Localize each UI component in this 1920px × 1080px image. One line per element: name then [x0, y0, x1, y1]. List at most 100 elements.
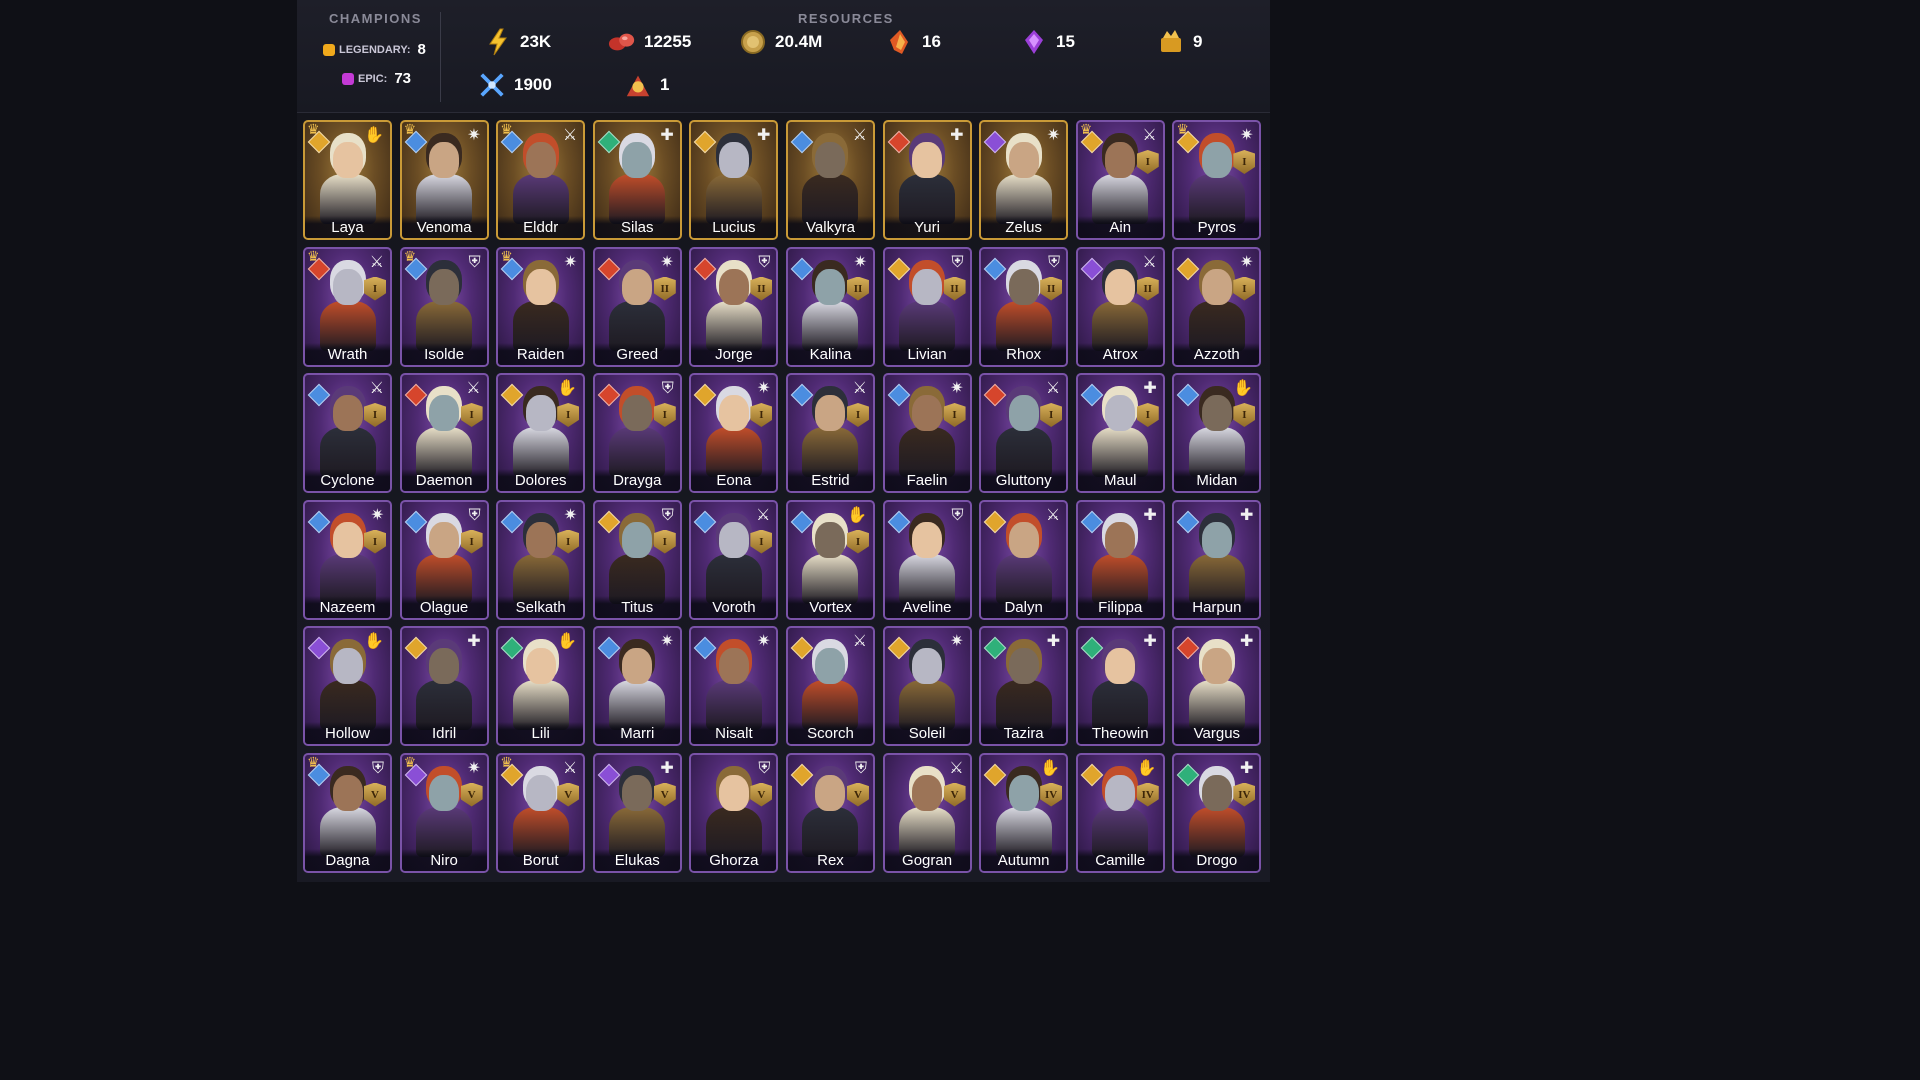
champion-card[interactable]: ♛ ⚔ V Borut	[496, 752, 586, 873]
champion-card[interactable]: ✋ IV Camille	[1075, 752, 1165, 873]
champion-card[interactable]: ♛ ✷ V Niro	[399, 752, 489, 873]
resource-value: 9	[1193, 32, 1203, 51]
champion-card[interactable]: ⛨ II Rhox	[979, 246, 1069, 367]
champion-card[interactable]: ✷ II Kalina	[785, 246, 875, 367]
champion-card[interactable]: ⚔ I Voroth	[689, 499, 779, 620]
champion-card[interactable]: ⚔ I Cyclone	[303, 373, 392, 493]
champion-card[interactable]: ✚ Yuri	[882, 120, 972, 240]
hp-role-icon: ✚	[660, 127, 674, 144]
champion-name: Kalina	[787, 342, 873, 365]
champion-card[interactable]: ✋ I Midan	[1172, 373, 1262, 493]
champion-card[interactable]: ⚔ Scorch	[785, 626, 875, 746]
champion-portrait	[1089, 644, 1151, 730]
champion-card[interactable]: ✚ Idril	[399, 626, 489, 746]
champion-card[interactable]: ✷ Soleil	[882, 626, 972, 746]
champion-card[interactable]: ✋ Lili	[496, 626, 586, 746]
champion-portrait	[993, 265, 1055, 351]
champion-card[interactable]: ⛨ II Livian	[882, 246, 972, 367]
champion-card[interactable]: ⛨ I Olague	[399, 499, 489, 620]
support-role-icon: ✋	[1136, 759, 1157, 777]
champion-card[interactable]: ⛨ V Rex	[785, 752, 875, 873]
hp-role-icon: ✚	[1143, 633, 1157, 650]
champion-card[interactable]: ⚔ V Gogran	[882, 752, 972, 873]
champion-card[interactable]: ✚ Tazira	[979, 626, 1069, 746]
champion-portrait	[799, 644, 861, 730]
champion-card[interactable]: ✷ I Selkath	[496, 499, 586, 620]
resource-value: 12255	[644, 32, 692, 51]
defense-role-icon: ⛨	[758, 759, 771, 777]
champion-name: Lucius	[691, 216, 777, 238]
champion-name: Soleil	[884, 722, 970, 744]
champion-card[interactable]: ✷ I Nazeem	[303, 499, 392, 620]
champion-card[interactable]: ⚔ Valkyra	[785, 120, 875, 240]
champion-card[interactable]: ✋ Hollow	[303, 626, 392, 746]
champion-card[interactable]: ✷ II Greed	[592, 246, 682, 367]
resource-crystal[interactable]: 15	[1020, 28, 1075, 56]
champion-card[interactable]: ✷ Zelus	[979, 120, 1069, 240]
champion-card[interactable]: ✋ IV Autumn	[979, 752, 1069, 873]
champion-portrait	[1186, 391, 1248, 477]
resource-gems[interactable]: 12255	[608, 28, 691, 56]
champion-card[interactable]: ✚ I Maul	[1075, 373, 1165, 493]
champion-card[interactable]: ✷ I Faelin	[882, 373, 972, 493]
champion-portrait	[1186, 265, 1248, 351]
champion-card[interactable]: ♛ ⛨ V Dagna	[303, 752, 392, 873]
champions-section-title: CHAMPIONS	[329, 11, 422, 26]
champion-card[interactable]: ⚔ I Estrid	[785, 373, 875, 493]
champion-card[interactable]: ✚ Vargus	[1172, 626, 1262, 746]
champion-card[interactable]: ✷ Marri	[592, 626, 682, 746]
champion-card[interactable]: ⛨ I Drayga	[592, 373, 682, 493]
resource-silver[interactable]: 20.4M	[739, 28, 822, 56]
champion-card[interactable]: ⚔ II Atrox	[1075, 246, 1165, 367]
champion-card[interactable]: ⚔ I Daemon	[399, 373, 489, 493]
champion-card[interactable]: ⛨ Aveline	[882, 499, 972, 620]
champion-card[interactable]: ✚ Lucius	[689, 120, 779, 240]
champion-card[interactable]: ✚ V Elukas	[592, 752, 682, 873]
champion-card[interactable]: ♛ ⚔ I Wrath	[303, 246, 392, 367]
champion-card[interactable]: ♛ ⛨ Isolde	[399, 246, 489, 367]
champion-portrait	[1089, 771, 1151, 857]
champion-card[interactable]: ✷ I Eona	[689, 373, 779, 493]
champion-card[interactable]: ♛ ⚔ I Ain	[1075, 120, 1165, 240]
resource-fire-shard[interactable]: 16	[886, 28, 941, 56]
champion-portrait	[413, 644, 475, 730]
champion-card[interactable]: ⚔ Dalyn	[979, 499, 1069, 620]
resource-summon[interactable]: 1	[624, 71, 669, 99]
champion-card[interactable]: ✋ I Vortex	[785, 499, 875, 620]
champion-portrait	[317, 644, 379, 730]
champion-card[interactable]: ♛ ✷ Raiden	[496, 246, 586, 367]
magic-role-icon: ✷	[950, 380, 964, 397]
champion-card[interactable]: ✚ IV Drogo	[1172, 752, 1262, 873]
hp-role-icon: ✚	[467, 633, 481, 650]
champion-portrait	[993, 644, 1055, 730]
defense-role-icon: ⛨	[661, 506, 674, 524]
magic-role-icon: ✷	[1046, 127, 1061, 144]
champion-portrait	[413, 138, 475, 224]
champion-card[interactable]: ✷ I Azzoth	[1172, 246, 1262, 367]
champion-card[interactable]: ✋ I Dolores	[496, 373, 586, 493]
resource-energy[interactable]: 23K	[484, 28, 551, 56]
resource-value: 23K	[520, 32, 552, 51]
champion-portrait	[993, 138, 1055, 224]
champion-card[interactable]: ⛨ V Ghorza	[689, 752, 779, 873]
resource-arena-tokens[interactable]: 1900	[478, 71, 552, 99]
hp-role-icon: ✚	[1239, 633, 1254, 650]
champion-name: Selkath	[498, 595, 584, 618]
champion-card[interactable]: ✚ Theowin	[1075, 626, 1165, 746]
champion-card[interactable]: ✚ Harpun	[1172, 499, 1262, 620]
champion-name: Niro	[401, 848, 487, 871]
champion-card[interactable]: ✷ Nisalt	[689, 626, 779, 746]
champion-card[interactable]: ♛ ✷ Venoma	[399, 120, 489, 240]
champion-card[interactable]: ⛨ II Jorge	[689, 246, 779, 367]
champion-card[interactable]: ♛ ✷ I Pyros	[1172, 120, 1262, 240]
champion-card[interactable]: ⚔ I Gluttony	[979, 373, 1069, 493]
champion-card[interactable]: ✚ Silas	[592, 120, 682, 240]
champion-card[interactable]: ♛ ⚔ Elddr	[496, 120, 586, 240]
fire-shard-icon	[886, 28, 914, 56]
resource-chest[interactable]: 9	[1157, 28, 1202, 56]
champion-card[interactable]: ♛ ✋ Laya	[303, 120, 392, 240]
champion-name: Theowin	[1077, 722, 1163, 744]
champion-card[interactable]: ✚ Filippa	[1075, 499, 1165, 620]
magic-role-icon: ✷	[370, 506, 384, 524]
champion-card[interactable]: ⛨ I Titus	[592, 499, 682, 620]
